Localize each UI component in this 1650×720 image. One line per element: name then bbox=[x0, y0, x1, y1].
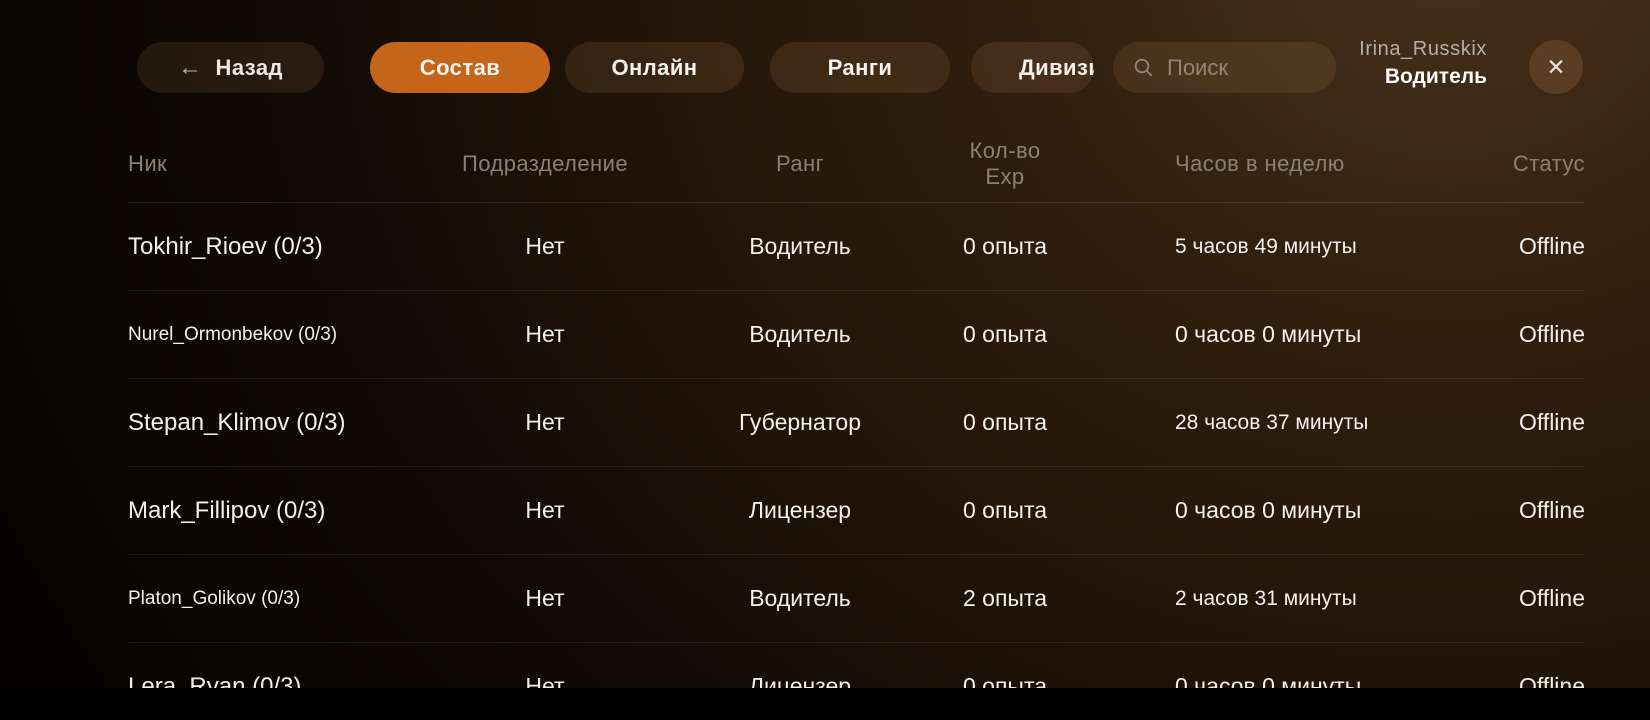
table-row[interactable]: Stepan_Klimov (0/3) Нет Губернатор 0 опы… bbox=[128, 379, 1585, 467]
table-row[interactable]: Tokhir_Rioev (0/3) Нет Водитель 0 опыта … bbox=[128, 203, 1585, 291]
user-role: Водитель bbox=[1384, 65, 1487, 88]
cell-exp: 0 опыта bbox=[962, 233, 1048, 259]
header-status: Статус bbox=[1512, 150, 1585, 176]
cell-status: Offline bbox=[1518, 233, 1585, 259]
user-name: Irina_Russkix bbox=[1359, 38, 1487, 60]
tab-online[interactable]: Онлайн bbox=[565, 42, 744, 93]
header-nick: Ник bbox=[128, 150, 168, 176]
cell-nick: Nurel_Ormonbekov (0/3) bbox=[128, 323, 338, 345]
cell-rank: Губернатор bbox=[738, 409, 862, 435]
cell-rank: Водитель bbox=[749, 585, 851, 611]
cell-status: Offline bbox=[1518, 497, 1585, 523]
tab-rangi-label: Ранги bbox=[827, 54, 893, 80]
back-button-label: Назад bbox=[215, 54, 283, 80]
search-input[interactable] bbox=[1167, 54, 1317, 81]
close-icon: ✕ bbox=[1546, 53, 1566, 80]
tab-sostav[interactable]: Состав bbox=[370, 42, 550, 93]
header-rank: Ранг bbox=[775, 150, 825, 176]
cell-rank: Лицензер bbox=[748, 497, 852, 523]
cell-nick: Lera_Ryan (0/3) bbox=[128, 672, 302, 689]
close-button[interactable]: ✕ bbox=[1529, 40, 1583, 94]
arrow-left-icon: ← bbox=[178, 53, 203, 81]
table-header: Ник Подразделение Ранг Кол-во Exp Часов … bbox=[128, 125, 1585, 203]
cell-unit: Нет bbox=[525, 409, 565, 435]
faction-menu-screen: ← Назад Состав Онлайн Ранги Дивизии Irin… bbox=[0, 0, 1650, 688]
table-row[interactable]: Mark_Fillipov (0/3) Нет Лицензер 0 опыта… bbox=[128, 467, 1585, 555]
header-hours: Часов в неделю bbox=[1175, 150, 1345, 176]
cell-hours: 0 часов 0 минуты bbox=[1175, 321, 1362, 347]
cell-hours: 2 часов 31 минуты bbox=[1175, 586, 1357, 610]
cell-exp: 0 опыта bbox=[962, 673, 1048, 688]
cell-unit: Нет bbox=[525, 233, 565, 259]
cell-exp: 2 опыта bbox=[962, 585, 1048, 611]
cell-status: Offline bbox=[1518, 585, 1585, 611]
cell-exp: 0 опыта bbox=[962, 321, 1048, 347]
cell-unit: Нет bbox=[525, 321, 565, 347]
tab-online-label: Онлайн bbox=[611, 54, 698, 80]
table-row[interactable]: Platon_Golikov (0/3) Нет Водитель 2 опыт… bbox=[128, 555, 1585, 643]
cell-hours: 5 часов 49 минуты bbox=[1175, 234, 1357, 258]
tab-divisions[interactable]: Дивизии bbox=[971, 42, 1094, 93]
back-button[interactable]: ← Назад bbox=[137, 42, 324, 93]
search-field[interactable] bbox=[1113, 42, 1336, 93]
cell-unit: Нет bbox=[525, 673, 565, 688]
cell-hours: 28 часов 37 минуты bbox=[1175, 410, 1369, 434]
tab-sostav-label: Состав bbox=[419, 54, 501, 80]
user-block: Irina_Russkix Водитель bbox=[1359, 36, 1487, 90]
cell-status: Offline bbox=[1518, 409, 1585, 435]
cell-nick: Mark_Fillipov (0/3) bbox=[128, 496, 326, 524]
cell-exp: 0 опыта bbox=[962, 409, 1048, 435]
cell-unit: Нет bbox=[525, 497, 565, 523]
cell-nick: Tokhir_Rioev (0/3) bbox=[128, 232, 323, 260]
cell-hours: 0 часов 0 минуты bbox=[1175, 497, 1362, 523]
cell-hours: 0 часов 0 минуты bbox=[1175, 673, 1362, 688]
table-row[interactable]: Nurel_Ormonbekov (0/3) Нет Водитель 0 оп… bbox=[128, 291, 1585, 379]
cell-nick: Platon_Golikov (0/3) bbox=[128, 587, 301, 609]
header-exp: Кол-во Exp bbox=[969, 137, 1041, 189]
cell-status: Offline bbox=[1518, 673, 1585, 688]
cell-status: Offline bbox=[1518, 321, 1585, 347]
cell-exp: 0 опыта bbox=[962, 497, 1048, 523]
cell-rank: Водитель bbox=[749, 233, 851, 259]
header-unit: Подразделение bbox=[461, 150, 629, 176]
cell-unit: Нет bbox=[525, 585, 565, 611]
tab-rangi[interactable]: Ранги bbox=[770, 42, 950, 93]
cell-nick: Stepan_Klimov (0/3) bbox=[128, 408, 346, 436]
search-icon bbox=[1134, 58, 1153, 77]
table-body: Tokhir_Rioev (0/3) Нет Водитель 0 опыта … bbox=[128, 203, 1585, 688]
cell-rank: Водитель bbox=[749, 321, 851, 347]
table-row[interactable]: Lera_Ryan (0/3) Нет Лицензер 0 опыта 0 ч… bbox=[128, 643, 1585, 689]
tab-divisions-label: Дивизии bbox=[1019, 54, 1094, 80]
cell-rank: Лицензер bbox=[748, 673, 852, 688]
